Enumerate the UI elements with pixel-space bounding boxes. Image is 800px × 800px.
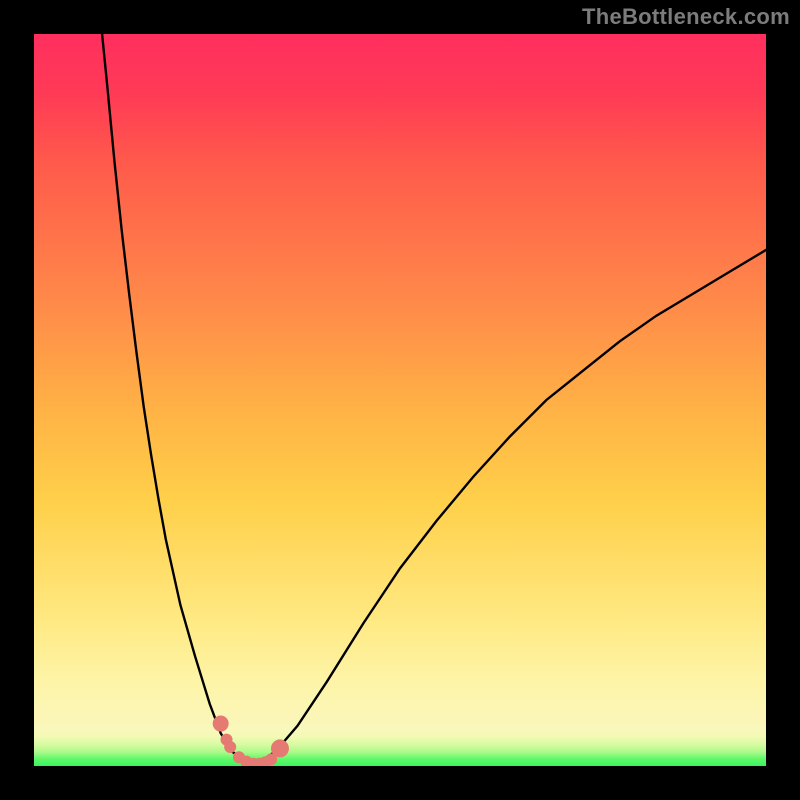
- left-curve: [102, 34, 254, 766]
- plot-area: [34, 34, 766, 766]
- marker-point: [213, 716, 229, 732]
- marker-point: [224, 741, 236, 753]
- marker-point: [271, 739, 289, 757]
- watermark-text: TheBottleneck.com: [582, 4, 790, 30]
- marker-group: [213, 716, 289, 766]
- right-curve: [254, 250, 766, 766]
- curves-svg: [34, 34, 766, 766]
- chart-frame: TheBottleneck.com: [0, 0, 800, 800]
